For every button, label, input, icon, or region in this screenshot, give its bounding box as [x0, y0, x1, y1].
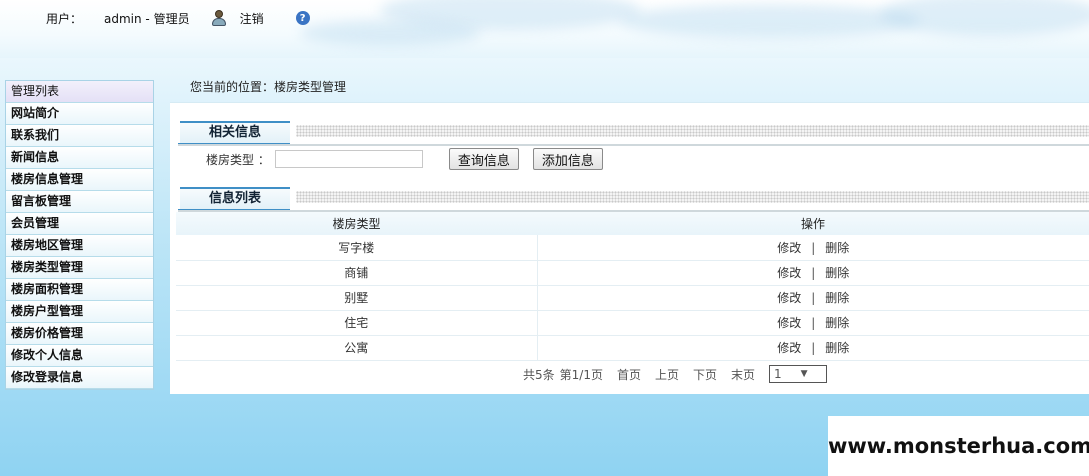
page-select[interactable]: 1 ▼ [769, 365, 827, 383]
sidebar-item-members[interactable]: 会员管理 [6, 213, 153, 235]
sidebar-item-building-price[interactable]: 楼房价格管理 [6, 323, 153, 345]
table-row: 公寓 修改 | 删除 [176, 335, 1089, 361]
column-header-actions: 操作 [537, 212, 1089, 235]
delete-link[interactable]: 删除 [825, 316, 849, 330]
username: admin - 管理员 [104, 11, 190, 26]
cell-actions: 修改 | 删除 [537, 260, 1089, 286]
search-form: 楼房类型 ： 查询信息 添加信息 [206, 148, 617, 170]
query-button[interactable]: 查询信息 [448, 148, 519, 170]
cell-actions: 修改 | 删除 [537, 235, 1089, 261]
table-row: 住宅 修改 | 删除 [176, 310, 1089, 336]
user-label: 用户： [46, 11, 83, 26]
column-header-type: 楼房类型 [176, 212, 537, 235]
sidebar-item-contact-us[interactable]: 联系我们 [6, 125, 153, 147]
edit-link[interactable]: 修改 [777, 341, 801, 355]
delete-link[interactable]: 删除 [825, 291, 849, 305]
section-divider-dots [296, 191, 1089, 203]
delete-link[interactable]: 删除 [825, 341, 849, 355]
sidebar-item-site-intro[interactable]: 网站简介 [6, 103, 153, 125]
sidebar-item-building-layout[interactable]: 楼房户型管理 [6, 301, 153, 323]
user-icon [210, 9, 228, 27]
table-row: 写字楼 修改 | 删除 [176, 235, 1089, 261]
pager-last[interactable]: 末页 [731, 366, 755, 383]
edit-link[interactable]: 修改 [777, 241, 801, 255]
add-button[interactable]: 添加信息 [532, 148, 603, 170]
user-info-bar: 用户： admin - 管理员 注销 ? [46, 9, 310, 27]
action-separator: | [811, 341, 816, 355]
chevron-down-icon: ▼ [800, 369, 808, 379]
edit-link[interactable]: 修改 [777, 291, 801, 305]
cell-actions: 修改 | 删除 [537, 310, 1089, 336]
pager-total: 共5条 [523, 367, 555, 382]
delete-link[interactable]: 删除 [825, 241, 849, 255]
search-section-header: 相关信息 [178, 121, 1089, 146]
sidebar-item-message-board[interactable]: 留言板管理 [6, 191, 153, 213]
content-area: 您当前的位置：楼房类型管理 相关信息 楼房类型 ： 查询信息 添加信息 信息列表… [170, 72, 1089, 394]
pager-first[interactable]: 首页 [617, 366, 641, 383]
edit-link[interactable]: 修改 [777, 316, 801, 330]
breadcrumb: 您当前的位置：楼房类型管理 [190, 80, 347, 94]
page-select-value: 1 [774, 367, 782, 381]
pager-next[interactable]: 下页 [693, 366, 717, 383]
building-type-label: 楼房类型 ： [206, 152, 270, 167]
sidebar-item-building-area[interactable]: 楼房面积管理 [6, 279, 153, 301]
sidebar-item-edit-profile[interactable]: 修改个人信息 [6, 345, 153, 367]
help-icon[interactable]: ? [295, 11, 310, 25]
sidebar-item-building-region[interactable]: 楼房地区管理 [6, 235, 153, 257]
sidebar-item-manage-list[interactable]: 管理列表 [6, 81, 153, 103]
pager-page-info: 第1/1页 [559, 367, 603, 382]
cell-actions: 修改 | 删除 [537, 335, 1089, 361]
action-separator: | [811, 266, 816, 280]
building-type-table: 楼房类型 操作 写字楼 修改 | 删除 商铺 修改 | 删除 别墅 修改 | 删除 [176, 212, 1089, 361]
edit-link[interactable]: 修改 [777, 266, 801, 280]
table-row: 别墅 修改 | 删除 [176, 285, 1089, 311]
sidebar-menu: 管理列表 网站简介 联系我们 新闻信息 楼房信息管理 留言板管理 会员管理 楼房… [5, 80, 154, 390]
watermark: www.monsterhua.com [828, 416, 1089, 476]
sidebar-item-building-type[interactable]: 楼房类型管理 [6, 257, 153, 279]
pager-prev[interactable]: 上页 [655, 366, 679, 383]
cell-type: 写字楼 [176, 235, 538, 261]
sidebar-item-building-info[interactable]: 楼房信息管理 [6, 169, 153, 191]
sidebar-item-edit-login[interactable]: 修改登录信息 [6, 367, 153, 389]
list-section-header: 信息列表 [178, 187, 1089, 212]
delete-link[interactable]: 删除 [825, 266, 849, 280]
search-section-title: 相关信息 [178, 121, 290, 146]
table-row: 商铺 修改 | 删除 [176, 260, 1089, 286]
pagination: 共5条 第1/1页 首页 上页 下页 末页 1 ▼ [523, 365, 827, 383]
building-type-input[interactable] [274, 150, 423, 168]
section-divider-dots [296, 125, 1089, 137]
cell-type: 别墅 [176, 285, 538, 311]
action-separator: | [811, 240, 816, 255]
action-separator: | [811, 316, 816, 330]
cell-actions: 修改 | 删除 [537, 285, 1089, 311]
action-separator: | [811, 291, 816, 305]
section-divider-line [178, 144, 1089, 146]
table-header-row: 楼房类型 操作 [176, 212, 1089, 235]
cell-type: 商铺 [176, 260, 538, 286]
list-section-title: 信息列表 [178, 187, 290, 212]
logout-link[interactable]: 注销 [240, 10, 264, 27]
sidebar-item-news[interactable]: 新闻信息 [6, 147, 153, 169]
header-banner: 用户： admin - 管理员 注销 ? [0, 0, 1089, 58]
cell-type: 公寓 [176, 335, 538, 361]
cell-type: 住宅 [176, 310, 538, 336]
